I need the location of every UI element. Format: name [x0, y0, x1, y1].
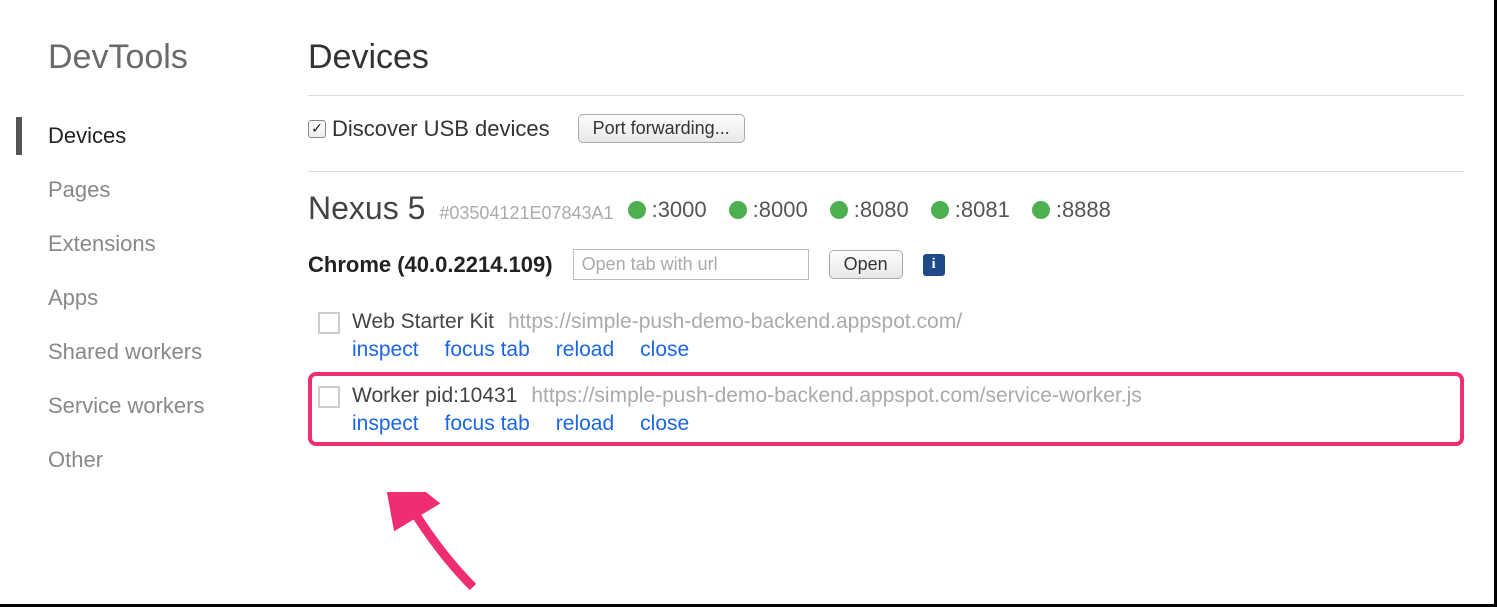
page-title: Devices: [308, 38, 1464, 77]
browser-label: Chrome (40.0.2214.109): [308, 252, 553, 278]
devices-options-row: ✓ Discover USB devices Port forwarding..…: [308, 114, 1464, 143]
sidebar-title: DevTools: [0, 38, 272, 77]
focus-tab-link[interactable]: focus tab: [445, 338, 530, 362]
discover-usb-checkbox[interactable]: ✓ Discover USB devices: [308, 116, 550, 142]
port-item: :3000: [628, 197, 707, 223]
target-row-highlighted: Worker pid:10431 https://simple-push-dem…: [308, 372, 1464, 446]
port-label: :8888: [1056, 197, 1111, 223]
status-dot-icon: [931, 201, 949, 219]
port-item: :8000: [729, 197, 808, 223]
status-dot-icon: [628, 201, 646, 219]
port-label: :8081: [955, 197, 1010, 223]
device-id: #03504121E07843A1: [439, 203, 613, 224]
sidebar-item-apps[interactable]: Apps: [0, 271, 272, 325]
sidebar: DevTools Devices Pages Extensions Apps S…: [0, 0, 272, 604]
close-link[interactable]: close: [640, 338, 689, 362]
browser-row: Chrome (40.0.2214.109) Open i: [308, 249, 1464, 280]
checkbox-icon: ✓: [308, 120, 326, 138]
reload-link[interactable]: reload: [556, 412, 614, 436]
target-checkbox[interactable]: [318, 312, 340, 334]
sidebar-item-devices[interactable]: Devices: [0, 109, 272, 163]
device-name: Nexus 5: [308, 190, 425, 227]
status-dot-icon: [830, 201, 848, 219]
info-icon[interactable]: i: [923, 254, 945, 276]
status-dot-icon: [1032, 201, 1050, 219]
port-item: :8888: [1032, 197, 1111, 223]
sidebar-item-other[interactable]: Other: [0, 433, 272, 487]
port-list: :3000 :8000 :8080 :8081 :8888: [628, 197, 1111, 223]
divider: [308, 95, 1464, 96]
sidebar-item-extensions[interactable]: Extensions: [0, 217, 272, 271]
sidebar-item-service-workers[interactable]: Service workers: [0, 379, 272, 433]
discover-usb-label: Discover USB devices: [332, 116, 550, 142]
port-forwarding-button[interactable]: Port forwarding...: [578, 114, 745, 143]
open-button[interactable]: Open: [829, 250, 903, 279]
target-url: https://simple-push-demo-backend.appspot…: [508, 310, 962, 334]
target-title: Web Starter Kit: [352, 310, 494, 334]
target-row: Web Starter Kit https://simple-push-demo…: [308, 298, 1464, 372]
sidebar-item-pages[interactable]: Pages: [0, 163, 272, 217]
port-item: :8081: [931, 197, 1010, 223]
target-checkbox[interactable]: [318, 386, 340, 408]
inspect-link[interactable]: inspect: [352, 338, 419, 362]
port-label: :8000: [753, 197, 808, 223]
close-link[interactable]: close: [640, 412, 689, 436]
status-dot-icon: [729, 201, 747, 219]
port-label: :3000: [652, 197, 707, 223]
port-label: :8080: [854, 197, 909, 223]
divider: [308, 171, 1464, 172]
sidebar-item-shared-workers[interactable]: Shared workers: [0, 325, 272, 379]
device-header-row: Nexus 5 #03504121E07843A1 :3000 :8000 :8…: [308, 190, 1464, 227]
target-title: Worker pid:10431: [352, 384, 517, 408]
open-tab-url-input[interactable]: [573, 249, 809, 280]
port-item: :8080: [830, 197, 909, 223]
target-url: https://simple-push-demo-backend.appspot…: [531, 384, 1141, 408]
inspect-link[interactable]: inspect: [352, 412, 419, 436]
main-content: Devices ✓ Discover USB devices Port forw…: [272, 0, 1494, 604]
focus-tab-link[interactable]: focus tab: [445, 412, 530, 436]
reload-link[interactable]: reload: [556, 338, 614, 362]
